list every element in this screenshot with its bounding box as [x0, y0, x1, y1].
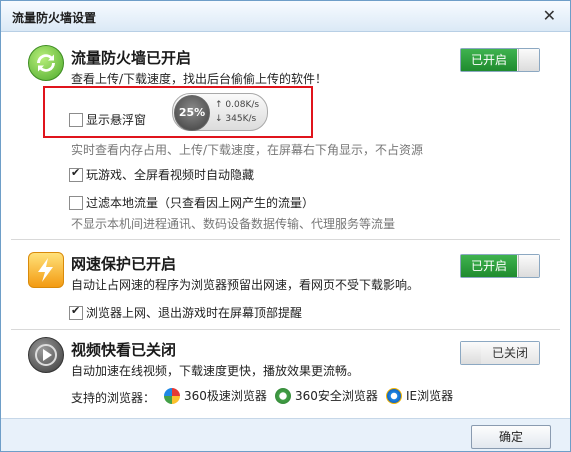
- firewall-title: 流量防火墙已开启: [71, 49, 192, 67]
- speed-protect-toggle-label: 已开启: [461, 255, 517, 277]
- firewall-toggle-label: 已开启: [461, 49, 517, 71]
- speed-protect-icon: [28, 252, 64, 288]
- video-play-icon: [28, 337, 64, 373]
- filter-note: 不显示本机间进程通讯、数码设备数据传输、代理服务等流量: [71, 217, 396, 231]
- video-title: 视频快看已关闭: [71, 341, 177, 359]
- browser-notify-checkbox[interactable]: 浏览器上网、退出游戏时在屏幕顶部提醒: [69, 304, 302, 320]
- speed-protect-toggle[interactable]: 已开启: [460, 254, 540, 278]
- close-icon[interactable]: ✕: [543, 6, 556, 25]
- section-divider: [11, 329, 560, 330]
- float-download-speed: ↓ 345K/s: [215, 114, 257, 124]
- window-title: 流量防火墙设置: [12, 11, 97, 25]
- dialog-footer: 确定: [1, 418, 570, 451]
- title-bar: 流量防火墙设置 ✕: [1, 1, 570, 32]
- 360-speed-browser-icon: [164, 387, 180, 404]
- browser-name: IE浏览器: [406, 389, 454, 403]
- show-float-checkbox[interactable]: 显示悬浮窗: [69, 111, 146, 127]
- ok-button[interactable]: 确定: [471, 425, 551, 449]
- filter-local-checkbox[interactable]: 过滤本地流量（只查看因上网产生的流量）: [69, 194, 314, 210]
- filter-local-label: 过滤本地流量（只查看因上网产生的流量）: [86, 196, 315, 210]
- settings-window: 流量防火墙设置 ✕ 流量防火墙已开启 查看上传/下载速度，找出后台偷偷上传的软件…: [0, 0, 571, 452]
- browser-360-speed[interactable]: 360极速浏览器: [164, 387, 267, 405]
- firewall-desc: 查看上传/下载速度，找出后台偷偷上传的软件！: [71, 72, 328, 86]
- browser-360-safe[interactable]: 360安全浏览器: [275, 387, 378, 405]
- toggle-knob: [518, 49, 539, 71]
- float-window-preview: 25% ↑ 0.08K/s ↓ 345K/s: [172, 93, 268, 131]
- show-float-label: 显示悬浮窗: [86, 113, 147, 127]
- browser-name: 360安全浏览器: [295, 389, 378, 403]
- checkbox-box: [69, 195, 83, 210]
- firewall-toggle[interactable]: 已开启: [460, 48, 540, 72]
- video-toggle-label: 已关闭: [481, 342, 539, 364]
- autohide-label: 玩游戏、全屏看视频时自动隐藏: [86, 168, 255, 182]
- browser-name: 360极速浏览器: [184, 389, 267, 403]
- section-divider: [11, 239, 560, 240]
- firewall-refresh-icon: [28, 45, 64, 81]
- video-desc: 自动加速在线视频，下载速度更快，播放效果更流畅。: [71, 364, 360, 378]
- float-percent: 25%: [174, 95, 210, 131]
- 360-safe-browser-icon: [275, 387, 291, 404]
- realtime-note: 实时查看内存占用、上传/下载速度，在屏幕右下角显示，不占资源: [71, 143, 424, 157]
- checkbox-box: [69, 112, 83, 127]
- browser-notify-label: 浏览器上网、退出游戏时在屏幕顶部提醒: [86, 306, 303, 320]
- speed-protect-desc: 自动让占网速的程序为浏览器预留出网速，看网页不受下载影响。: [71, 278, 420, 292]
- browser-ie[interactable]: IE浏览器: [386, 387, 453, 405]
- toggle-knob: [461, 342, 482, 364]
- checkbox-box: [69, 166, 83, 182]
- autohide-checkbox[interactable]: 玩游戏、全屏看视频时自动隐藏: [69, 166, 254, 182]
- float-upload-speed: ↑ 0.08K/s: [215, 100, 260, 110]
- ie-browser-icon: [386, 387, 402, 404]
- speed-protect-title: 网速保护已开启: [71, 255, 177, 273]
- video-toggle[interactable]: 已关闭: [460, 341, 540, 365]
- supported-browsers-label: 支持的浏览器：: [71, 391, 156, 405]
- checkbox-box: [69, 304, 83, 320]
- toggle-knob: [518, 255, 539, 277]
